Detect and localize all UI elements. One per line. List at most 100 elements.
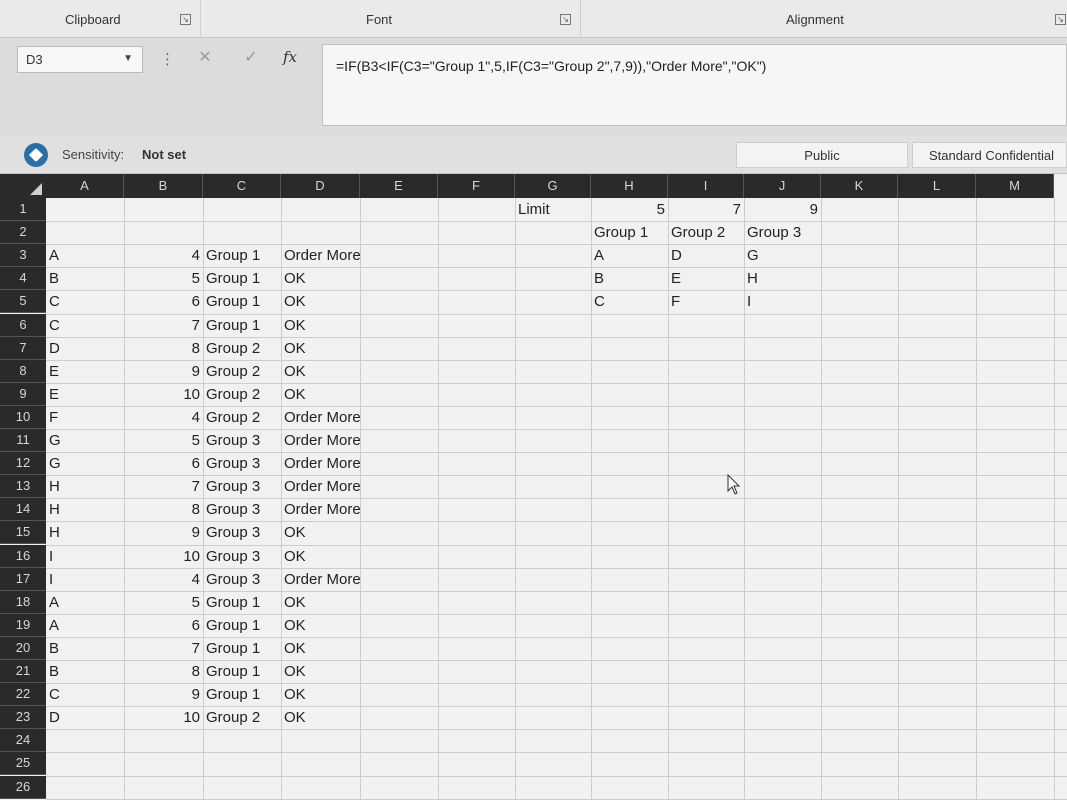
more-options-icon[interactable]: ⋮ xyxy=(160,50,175,68)
row-header-18[interactable]: 18 xyxy=(0,590,46,614)
cell-quantity[interactable]: 7 xyxy=(124,475,203,498)
cell-status[interactable]: OK xyxy=(281,267,360,290)
cell-quantity[interactable]: 8 xyxy=(124,498,203,521)
cell-limit-value[interactable]: 9 xyxy=(744,198,821,221)
row-header-11[interactable]: 11 xyxy=(0,429,46,453)
cell-status[interactable]: OK xyxy=(281,521,360,544)
cell-status[interactable]: Order More xyxy=(281,498,361,521)
cell-limit-value[interactable]: 7 xyxy=(668,198,744,221)
row-header-23[interactable]: 23 xyxy=(0,706,46,730)
cell-item[interactable]: H xyxy=(46,521,124,544)
cell-quantity[interactable]: 4 xyxy=(124,568,203,591)
cell-group-member[interactable]: B xyxy=(591,267,668,290)
cell-item[interactable]: E xyxy=(46,360,124,383)
cell-quantity[interactable]: 4 xyxy=(124,244,203,267)
insert-function-icon[interactable]: fx xyxy=(283,48,297,66)
column-header-f[interactable]: F xyxy=(438,174,515,198)
cell-limit-label[interactable]: Limit xyxy=(515,198,591,221)
cell-item[interactable]: A xyxy=(46,244,124,267)
column-header-g[interactable]: G xyxy=(515,174,591,198)
cell-quantity[interactable]: 5 xyxy=(124,267,203,290)
cell-item[interactable]: H xyxy=(46,475,124,498)
row-header-13[interactable]: 13 xyxy=(0,475,46,499)
cell-status[interactable]: OK xyxy=(281,360,360,383)
cell-status[interactable]: OK xyxy=(281,314,360,337)
cell-quantity[interactable]: 8 xyxy=(124,660,203,683)
sensitivity-public-button[interactable]: Public xyxy=(736,142,908,168)
cell-group[interactable]: Group 3 xyxy=(203,568,281,591)
cell-status[interactable]: OK xyxy=(281,637,360,660)
cell-group[interactable]: Group 2 xyxy=(203,383,281,406)
cell-quantity[interactable]: 6 xyxy=(124,290,203,313)
cell-status[interactable]: OK xyxy=(281,683,360,706)
cell-quantity[interactable]: 6 xyxy=(124,614,203,637)
cell-quantity[interactable]: 6 xyxy=(124,452,203,475)
cell-group[interactable]: Group 3 xyxy=(203,545,281,568)
column-header-k[interactable]: K xyxy=(821,174,898,198)
cell-group[interactable]: Group 2 xyxy=(203,406,281,429)
clipboard-launcher-icon[interactable]: ↘ xyxy=(180,14,191,25)
cell-group-member[interactable]: I xyxy=(744,290,821,313)
cell-item[interactable]: C xyxy=(46,314,124,337)
worksheet-grid[interactable]: A B C D E F G H I J K L M 1 2 3 4 5 6 7 8 9 10 11 12 13 14 15 16 17 18… xyxy=(0,174,1067,800)
cell-status[interactable]: OK xyxy=(281,383,360,406)
column-header-l[interactable]: L xyxy=(898,174,976,198)
cell-group-header[interactable]: Group 1 xyxy=(591,221,668,244)
row-header-10[interactable]: 10 xyxy=(0,405,46,429)
row-header-4[interactable]: 4 xyxy=(0,267,46,291)
cell-quantity[interactable]: 10 xyxy=(124,545,203,568)
cell-item[interactable]: D xyxy=(46,706,124,729)
column-header-d[interactable]: D xyxy=(281,174,360,198)
column-header-m[interactable]: M xyxy=(976,174,1054,198)
cell-group-member[interactable]: G xyxy=(744,244,821,267)
cell-item[interactable]: A xyxy=(46,614,124,637)
cell-group[interactable]: Group 2 xyxy=(203,360,281,383)
column-header-i[interactable]: I xyxy=(668,174,744,198)
cell-group-member[interactable]: F xyxy=(668,290,744,313)
row-header-26[interactable]: 26 xyxy=(0,775,46,799)
cell-group[interactable]: Group 3 xyxy=(203,475,281,498)
cell-group-member[interactable]: H xyxy=(744,267,821,290)
alignment-launcher-icon[interactable]: ↘ xyxy=(1055,14,1066,25)
cell-group[interactable]: Group 2 xyxy=(203,706,281,729)
cell-quantity[interactable]: 8 xyxy=(124,337,203,360)
cell-group[interactable]: Group 1 xyxy=(203,314,281,337)
cell-group-member[interactable]: E xyxy=(668,267,744,290)
cell-status[interactable]: OK xyxy=(281,290,360,313)
row-header-25[interactable]: 25 xyxy=(0,752,46,776)
cell-group[interactable]: Group 3 xyxy=(203,429,281,452)
cell-status[interactable]: OK xyxy=(281,706,360,729)
cell-status[interactable]: OK xyxy=(281,545,360,568)
cell-item[interactable]: I xyxy=(46,545,124,568)
cell-status[interactable]: OK xyxy=(281,591,360,614)
cell-group[interactable]: Group 1 xyxy=(203,591,281,614)
cell-item[interactable]: G xyxy=(46,452,124,475)
chevron-down-icon[interactable]: ▼ xyxy=(123,53,133,64)
cell-item[interactable]: A xyxy=(46,591,124,614)
cell-quantity[interactable]: 10 xyxy=(124,706,203,729)
cell-item[interactable]: I xyxy=(46,568,124,591)
row-header-7[interactable]: 7 xyxy=(0,336,46,360)
column-header-j[interactable]: J xyxy=(744,174,821,198)
cell-group-header[interactable]: Group 3 xyxy=(744,221,821,244)
enter-icon[interactable]: ✓ xyxy=(236,47,266,67)
row-header-17[interactable]: 17 xyxy=(0,567,46,591)
cell-group[interactable]: Group 1 xyxy=(203,244,281,267)
cell-item[interactable]: B xyxy=(46,660,124,683)
cell-group[interactable]: Group 3 xyxy=(203,521,281,544)
cell-item[interactable]: C xyxy=(46,683,124,706)
cell-group[interactable]: Group 3 xyxy=(203,452,281,475)
cell-item[interactable]: F xyxy=(46,406,124,429)
column-header-c[interactable]: C xyxy=(203,174,281,198)
cell-quantity[interactable]: 5 xyxy=(124,591,203,614)
cell-group[interactable]: Group 1 xyxy=(203,660,281,683)
row-header-5[interactable]: 5 xyxy=(0,290,46,314)
cell-quantity[interactable]: 7 xyxy=(124,314,203,337)
cell-quantity[interactable]: 10 xyxy=(124,383,203,406)
cell-group-member[interactable]: A xyxy=(591,244,668,267)
cancel-icon[interactable]: ✕ xyxy=(190,47,220,67)
cell-item[interactable]: G xyxy=(46,429,124,452)
cell-status[interactable]: Order More xyxy=(281,568,361,591)
cell-item[interactable]: B xyxy=(46,267,124,290)
sensitivity-standard-confidential-button[interactable]: Standard Confidential xyxy=(912,142,1067,168)
